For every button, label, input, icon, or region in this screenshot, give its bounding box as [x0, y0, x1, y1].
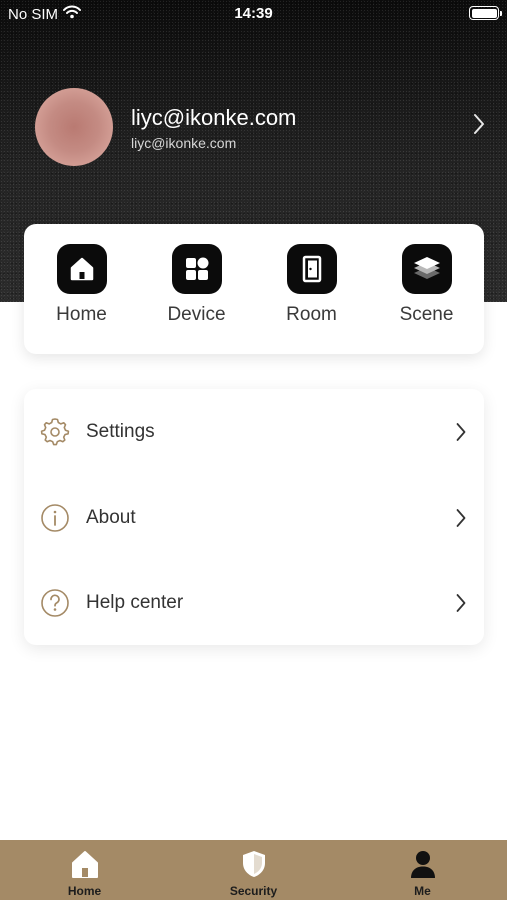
menu-item-label: Settings — [86, 421, 155, 442]
device-grid-icon — [171, 244, 222, 294]
quick-access-card: Home Device Room Scene — [24, 224, 484, 354]
quick-item-room[interactable]: Room — [254, 244, 369, 344]
menu-card: Settings About Help center — [24, 389, 484, 645]
quick-item-label: Device — [167, 304, 226, 325]
quick-item-home[interactable]: Home — [24, 244, 139, 344]
profile-name: liyc@ikonke.com — [131, 105, 297, 130]
tab-me[interactable]: Me — [338, 840, 507, 900]
chevron-right-icon — [456, 422, 466, 447]
status-bar: No SIM 14:39 — [0, 0, 507, 28]
chevron-right-icon — [456, 593, 466, 618]
quick-item-label: Home — [56, 304, 107, 325]
menu-item-help-center[interactable]: Help center — [24, 560, 484, 646]
tab-label: Home — [67, 884, 102, 898]
tab-label: Me — [414, 884, 431, 898]
gear-icon — [40, 417, 70, 447]
profile-email: liyc@ikonke.com — [131, 135, 237, 151]
home-icon — [56, 244, 107, 294]
menu-item-settings[interactable]: Settings — [24, 389, 484, 475]
info-icon — [40, 503, 70, 533]
battery-icon — [469, 6, 502, 20]
chevron-right-icon[interactable] — [473, 113, 485, 140]
shield-icon — [169, 849, 338, 879]
quick-item-label: Room — [286, 304, 337, 325]
tab-security[interactable]: Security — [169, 840, 338, 900]
tab-label: Security — [229, 884, 278, 898]
quick-item-device[interactable]: Device — [139, 244, 254, 344]
person-icon — [338, 849, 507, 879]
door-icon — [286, 244, 337, 294]
quick-item-scene[interactable]: Scene — [369, 244, 484, 344]
menu-item-label: About — [86, 507, 136, 528]
menu-item-about[interactable]: About — [24, 475, 484, 561]
avatar[interactable] — [35, 88, 113, 166]
tab-home[interactable]: Home — [0, 840, 169, 900]
tab-bar: Home Security Me — [0, 840, 507, 900]
clock: 14:39 — [234, 5, 273, 22]
menu-item-label: Help center — [86, 592, 184, 613]
home-icon — [0, 849, 169, 879]
layers-icon — [401, 244, 452, 294]
chevron-right-icon — [456, 508, 466, 533]
profile-row[interactable]: liyc@ikonke.com liyc@ikonke.com — [0, 86, 507, 170]
quick-item-label: Scene — [399, 304, 454, 325]
question-icon — [40, 588, 70, 618]
